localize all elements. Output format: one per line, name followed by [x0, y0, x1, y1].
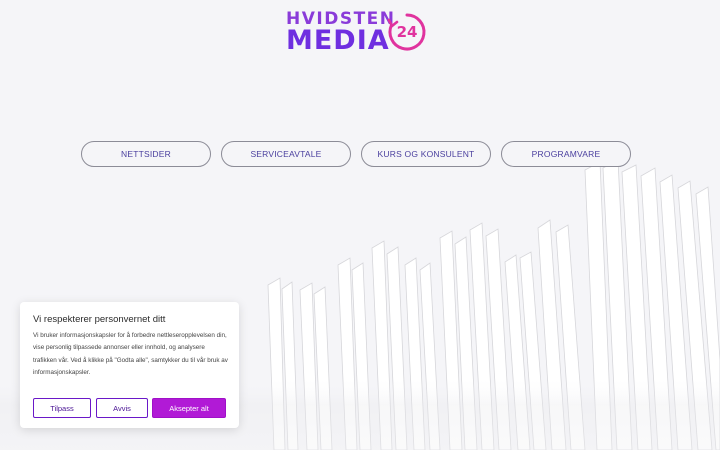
customize-button[interactable]: Tilpass	[33, 398, 91, 418]
reject-button[interactable]: Avvis	[96, 398, 148, 418]
nav-item-programvare[interactable]: PROGRAMVARE	[501, 141, 631, 167]
brand-logo[interactable]: HVIDSTEN MEDIA 24	[286, 10, 436, 56]
logo-badge-icon: 24	[386, 11, 428, 53]
accept-all-button[interactable]: Aksepter alt	[152, 398, 226, 418]
cookie-description: Vi bruker informasjonskapsler for å forb…	[33, 332, 228, 377]
nav-item-kurs-og-konsulent[interactable]: KURS OG KONSULENT	[361, 141, 491, 167]
cookie-consent-banner: Vi respekterer personvernet ditt Vi bruk…	[20, 302, 239, 428]
nav-item-nettsider[interactable]: NETTSIDER	[81, 141, 211, 167]
logo-badge-text: 24	[396, 23, 418, 41]
nav-item-serviceavtale[interactable]: SERVICEAVTALE	[221, 141, 351, 167]
logo-wordmark-bottom: MEDIA	[286, 25, 390, 56]
cookie-title: Vi respekterer personvernet ditt	[33, 314, 166, 325]
